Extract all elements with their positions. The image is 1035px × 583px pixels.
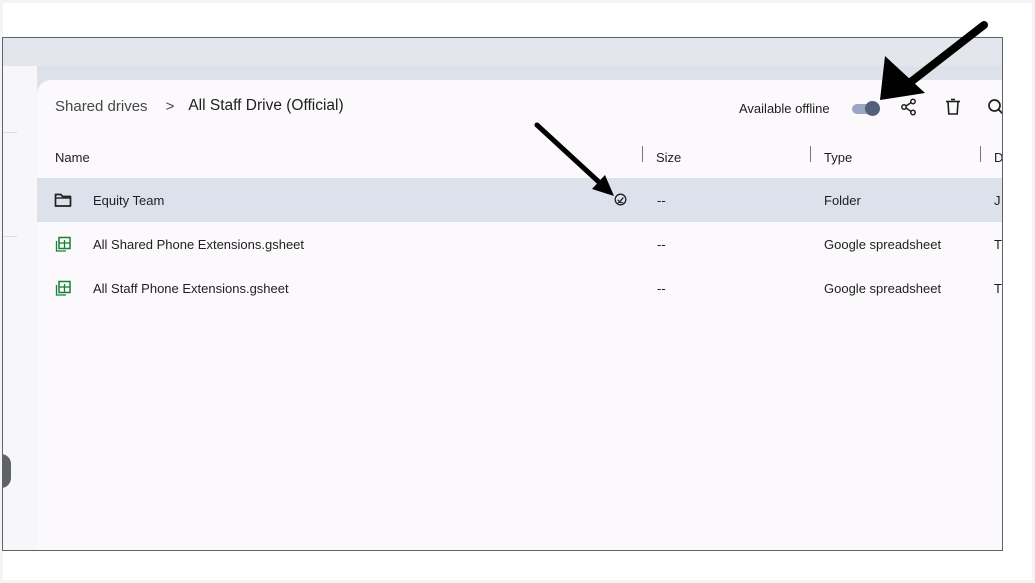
column-header-row: Name Size Type D [37, 142, 1002, 172]
file-browser-panel: Shared drives > All Staff Drive (Officia… [37, 80, 1003, 550]
search-icon[interactable] [986, 97, 1003, 117]
sidebar-divider [3, 236, 17, 237]
file-date: J [994, 193, 1001, 208]
share-icon[interactable] [899, 97, 919, 117]
column-divider[interactable] [810, 146, 811, 162]
column-divider[interactable] [642, 146, 643, 162]
folder-icon [54, 193, 72, 207]
file-name: All Staff Phone Extensions.gsheet [93, 281, 289, 296]
sidebar-collapse-handle[interactable] [3, 454, 11, 488]
breadcrumb-separator: > [165, 97, 175, 115]
app-window: Shared drives > All Staff Drive (Officia… [2, 37, 1003, 551]
trash-icon[interactable] [943, 97, 963, 117]
file-size: -- [657, 193, 666, 208]
table-row[interactable]: All Shared Phone Extensions.gsheet -- Go… [37, 222, 1002, 266]
column-header-type[interactable]: Type [824, 150, 852, 165]
file-type: Google spreadsheet [824, 281, 942, 296]
top-bar [3, 38, 1002, 66]
sidebar [3, 66, 37, 550]
breadcrumb: Shared drives > All Staff Drive (Officia… [55, 97, 344, 115]
table-row[interactable]: All Staff Phone Extensions.gsheet -- Goo… [37, 266, 1002, 310]
available-offline-label: Available offline [739, 101, 830, 116]
file-type: Folder [824, 193, 861, 208]
column-divider[interactable] [980, 146, 981, 162]
available-offline-toggle[interactable] [852, 101, 880, 116]
column-header-name[interactable]: Name [55, 150, 90, 165]
offline-available-icon [614, 193, 627, 206]
table-row[interactable]: Equity Team -- Folder J [37, 178, 1002, 222]
file-date: T [994, 237, 1002, 252]
gsheet-icon [55, 280, 71, 296]
file-size: -- [657, 281, 666, 296]
breadcrumb-shared-drives[interactable]: Shared drives [55, 98, 148, 115]
file-type: Google spreadsheet [824, 237, 942, 252]
column-header-size[interactable]: Size [656, 150, 681, 165]
column-header-date[interactable]: D [994, 150, 1002, 165]
file-name: Equity Team [93, 193, 165, 208]
file-size: -- [657, 237, 666, 252]
gsheet-icon [55, 236, 71, 252]
toggle-knob [865, 101, 880, 116]
file-date: T [994, 281, 1002, 296]
file-name: All Shared Phone Extensions.gsheet [93, 237, 305, 252]
sidebar-divider [3, 132, 17, 133]
breadcrumb-current-drive[interactable]: All Staff Drive (Official) [188, 97, 343, 115]
